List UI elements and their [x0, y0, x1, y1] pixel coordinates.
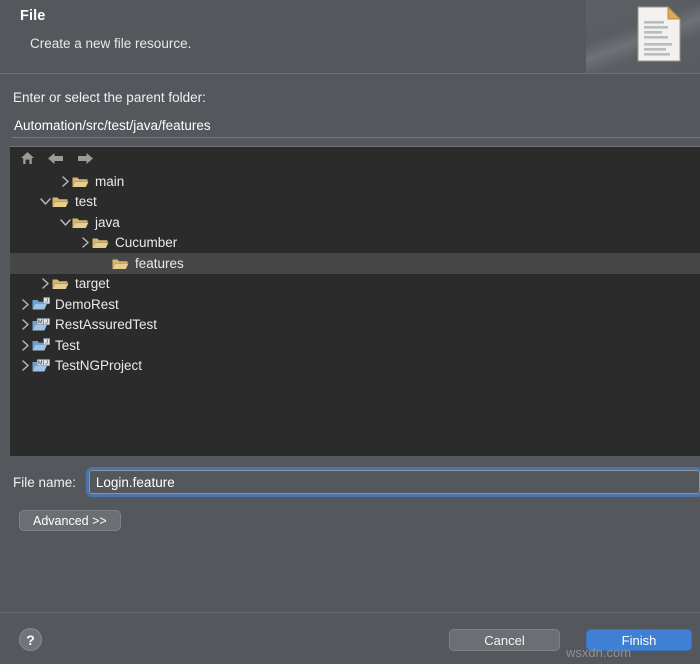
svg-text:J: J — [45, 319, 48, 325]
parent-folder-label: Enter or select the parent folder: — [13, 90, 206, 105]
back-arrow-icon[interactable] — [47, 150, 65, 166]
tree-row[interactable]: Cucumber — [10, 233, 700, 254]
folder-icon — [72, 215, 90, 229]
chevron-right-icon[interactable] — [78, 236, 92, 250]
parent-folder-underline — [12, 137, 700, 138]
parent-folder-input[interactable] — [12, 115, 700, 137]
chevron-right-icon[interactable] — [18, 297, 32, 311]
tree-row-label: java — [95, 214, 120, 230]
tree-row-label: target — [75, 276, 110, 292]
tree-row[interactable]: target — [10, 274, 700, 295]
new-file-dialog: File Create a new file resource. Enter o… — [0, 0, 700, 664]
svg-text:M: M — [38, 319, 42, 325]
tree-row-label: features — [135, 255, 184, 271]
java-project-icon: J — [32, 338, 50, 352]
forward-arrow-icon[interactable] — [76, 150, 94, 166]
tree-row[interactable]: java — [10, 212, 700, 233]
footer-separator — [0, 612, 700, 613]
tree-row-label: TestNGProject — [55, 358, 143, 374]
chevron-right-icon[interactable] — [38, 277, 52, 291]
svg-text:M: M — [38, 360, 42, 366]
file-name-input[interactable] — [85, 467, 700, 497]
tree-row-label: Cucumber — [115, 235, 178, 251]
file-name-label: File name: — [13, 474, 77, 490]
folder-icon — [52, 195, 70, 209]
advanced-button[interactable]: Advanced >> — [19, 510, 121, 531]
tree-toolbar — [10, 147, 700, 169]
dialog-header: File Create a new file resource. — [0, 0, 700, 74]
chevron-down-icon[interactable] — [58, 215, 72, 229]
file-name-row: File name: — [0, 467, 700, 497]
svg-text:J: J — [45, 340, 48, 346]
folder-icon — [112, 256, 130, 270]
watermark: wsxdn.com — [566, 645, 632, 660]
tree-row-label: main — [95, 173, 125, 189]
tree-row-label: test — [75, 194, 97, 210]
folder-tree[interactable]: main test java Cucumber features target J DemoR… — [10, 169, 700, 376]
tree-row[interactable]: J DemoRest — [10, 294, 700, 315]
chevron-right-icon[interactable] — [18, 359, 32, 373]
svg-text:J: J — [45, 360, 48, 366]
folder-icon — [72, 174, 90, 188]
tree-row[interactable]: test — [10, 192, 700, 213]
home-icon[interactable] — [18, 150, 36, 166]
svg-text:J: J — [45, 299, 48, 305]
tree-row[interactable]: J M TestNGProject — [10, 356, 700, 377]
help-icon[interactable]: ? — [19, 628, 42, 651]
tree-row[interactable]: features — [10, 253, 700, 274]
folder-icon — [92, 236, 110, 250]
maven-project-icon: JM — [32, 358, 50, 373]
maven-project-icon: JM — [32, 317, 50, 332]
tree-row[interactable]: J Test — [10, 335, 700, 356]
tree-row[interactable]: main — [10, 171, 700, 192]
tree-row-label: RestAssuredTest — [55, 317, 158, 333]
twisty-empty — [98, 256, 112, 270]
folder-tree-panel[interactable]: main test java Cucumber features target J DemoR… — [10, 146, 700, 456]
tree-row[interactable]: J M RestAssuredTest — [10, 315, 700, 336]
chevron-right-icon[interactable] — [18, 318, 32, 332]
cancel-button[interactable]: Cancel — [449, 629, 560, 651]
new-file-document-icon — [637, 5, 682, 62]
tree-row-label: Test — [55, 337, 80, 353]
chevron-down-icon[interactable] — [38, 195, 52, 209]
tree-row-label: DemoRest — [55, 296, 119, 312]
folder-icon — [52, 277, 70, 291]
chevron-right-icon[interactable] — [58, 174, 72, 188]
file-name-field-wrapper — [85, 467, 700, 497]
java-project-icon: J — [32, 297, 50, 311]
chevron-right-icon[interactable] — [18, 338, 32, 352]
